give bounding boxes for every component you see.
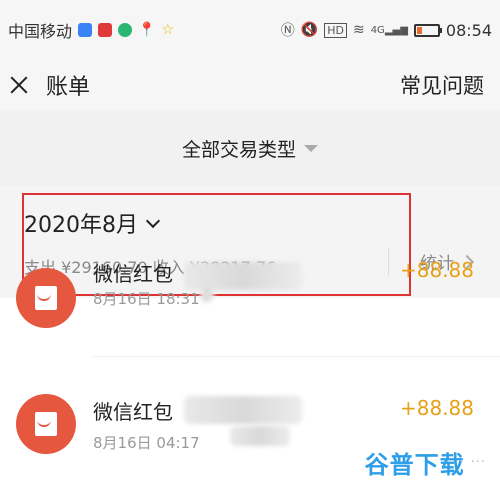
play-app-icon xyxy=(118,23,133,37)
status-bar-right: Ⓝ 🔇 HD ≋ 4G▂▄▆ 08:54 xyxy=(281,20,492,40)
blurred-name xyxy=(184,396,302,424)
red-packet-icon xyxy=(16,268,76,328)
blurred-detail xyxy=(200,286,214,302)
battery-icon xyxy=(413,23,442,37)
page-title: 账单 xyxy=(46,75,91,100)
blurred-name xyxy=(184,262,302,290)
envelope-icon xyxy=(35,286,57,310)
carrier-label: 中国移动 xyxy=(8,22,73,41)
top-bar-left: 账单 xyxy=(8,69,90,101)
location-pin-icon: 📍 xyxy=(138,22,156,38)
blurred-detail xyxy=(230,426,290,446)
envelope-icon xyxy=(35,412,57,436)
watermark-text: 谷普下载 xyxy=(364,451,465,479)
star-icon: ☆ xyxy=(161,22,175,38)
nfc-icon: Ⓝ xyxy=(280,23,295,39)
row-divider xyxy=(93,356,500,357)
signal-icon: 4G▂▄▆ xyxy=(370,24,408,36)
transaction-row[interactable]: 微信红包 8月16日 18:31 +88.88 xyxy=(0,258,500,358)
close-icon[interactable] xyxy=(8,74,30,96)
top-bar: 账单 常见问题 xyxy=(0,60,500,110)
transaction-date: 8月16日 18:31 xyxy=(93,290,200,308)
status-bar-left: 中国移动 📍 ☆ xyxy=(8,18,174,42)
transaction-title: 微信红包 xyxy=(93,400,173,424)
red-packet-icon xyxy=(16,394,76,454)
transaction-date: 8月16日 04:17 xyxy=(93,434,200,452)
battery-level xyxy=(416,26,422,34)
transaction-type-filter[interactable]: 全部交易类型 xyxy=(0,110,500,186)
clock: 08:54 xyxy=(445,20,492,40)
transaction-amount: +88.88 xyxy=(399,258,474,282)
app-notification-icon xyxy=(78,23,93,37)
dropdown-caret-icon xyxy=(304,144,318,152)
hd-icon: HD xyxy=(324,22,347,38)
transaction-amount: +88.88 xyxy=(399,396,474,420)
filter-label: 全部交易类型 xyxy=(181,138,296,161)
status-bar: 中国移动 📍 ☆ Ⓝ 🔇 HD ≋ 4G▂▄▆ 08:54 xyxy=(0,0,500,60)
news-app-icon xyxy=(98,23,113,37)
mute-icon: 🔇 xyxy=(300,22,319,38)
watermark: 谷普下载 ··· xyxy=(365,445,486,480)
watermark-dots: ··· xyxy=(470,455,486,470)
transaction-title: 微信红包 xyxy=(93,262,173,286)
wifi-icon: ≋ xyxy=(352,22,365,38)
network-type-label: 4G xyxy=(370,24,385,36)
faq-link[interactable]: 常见问题 xyxy=(400,70,484,100)
